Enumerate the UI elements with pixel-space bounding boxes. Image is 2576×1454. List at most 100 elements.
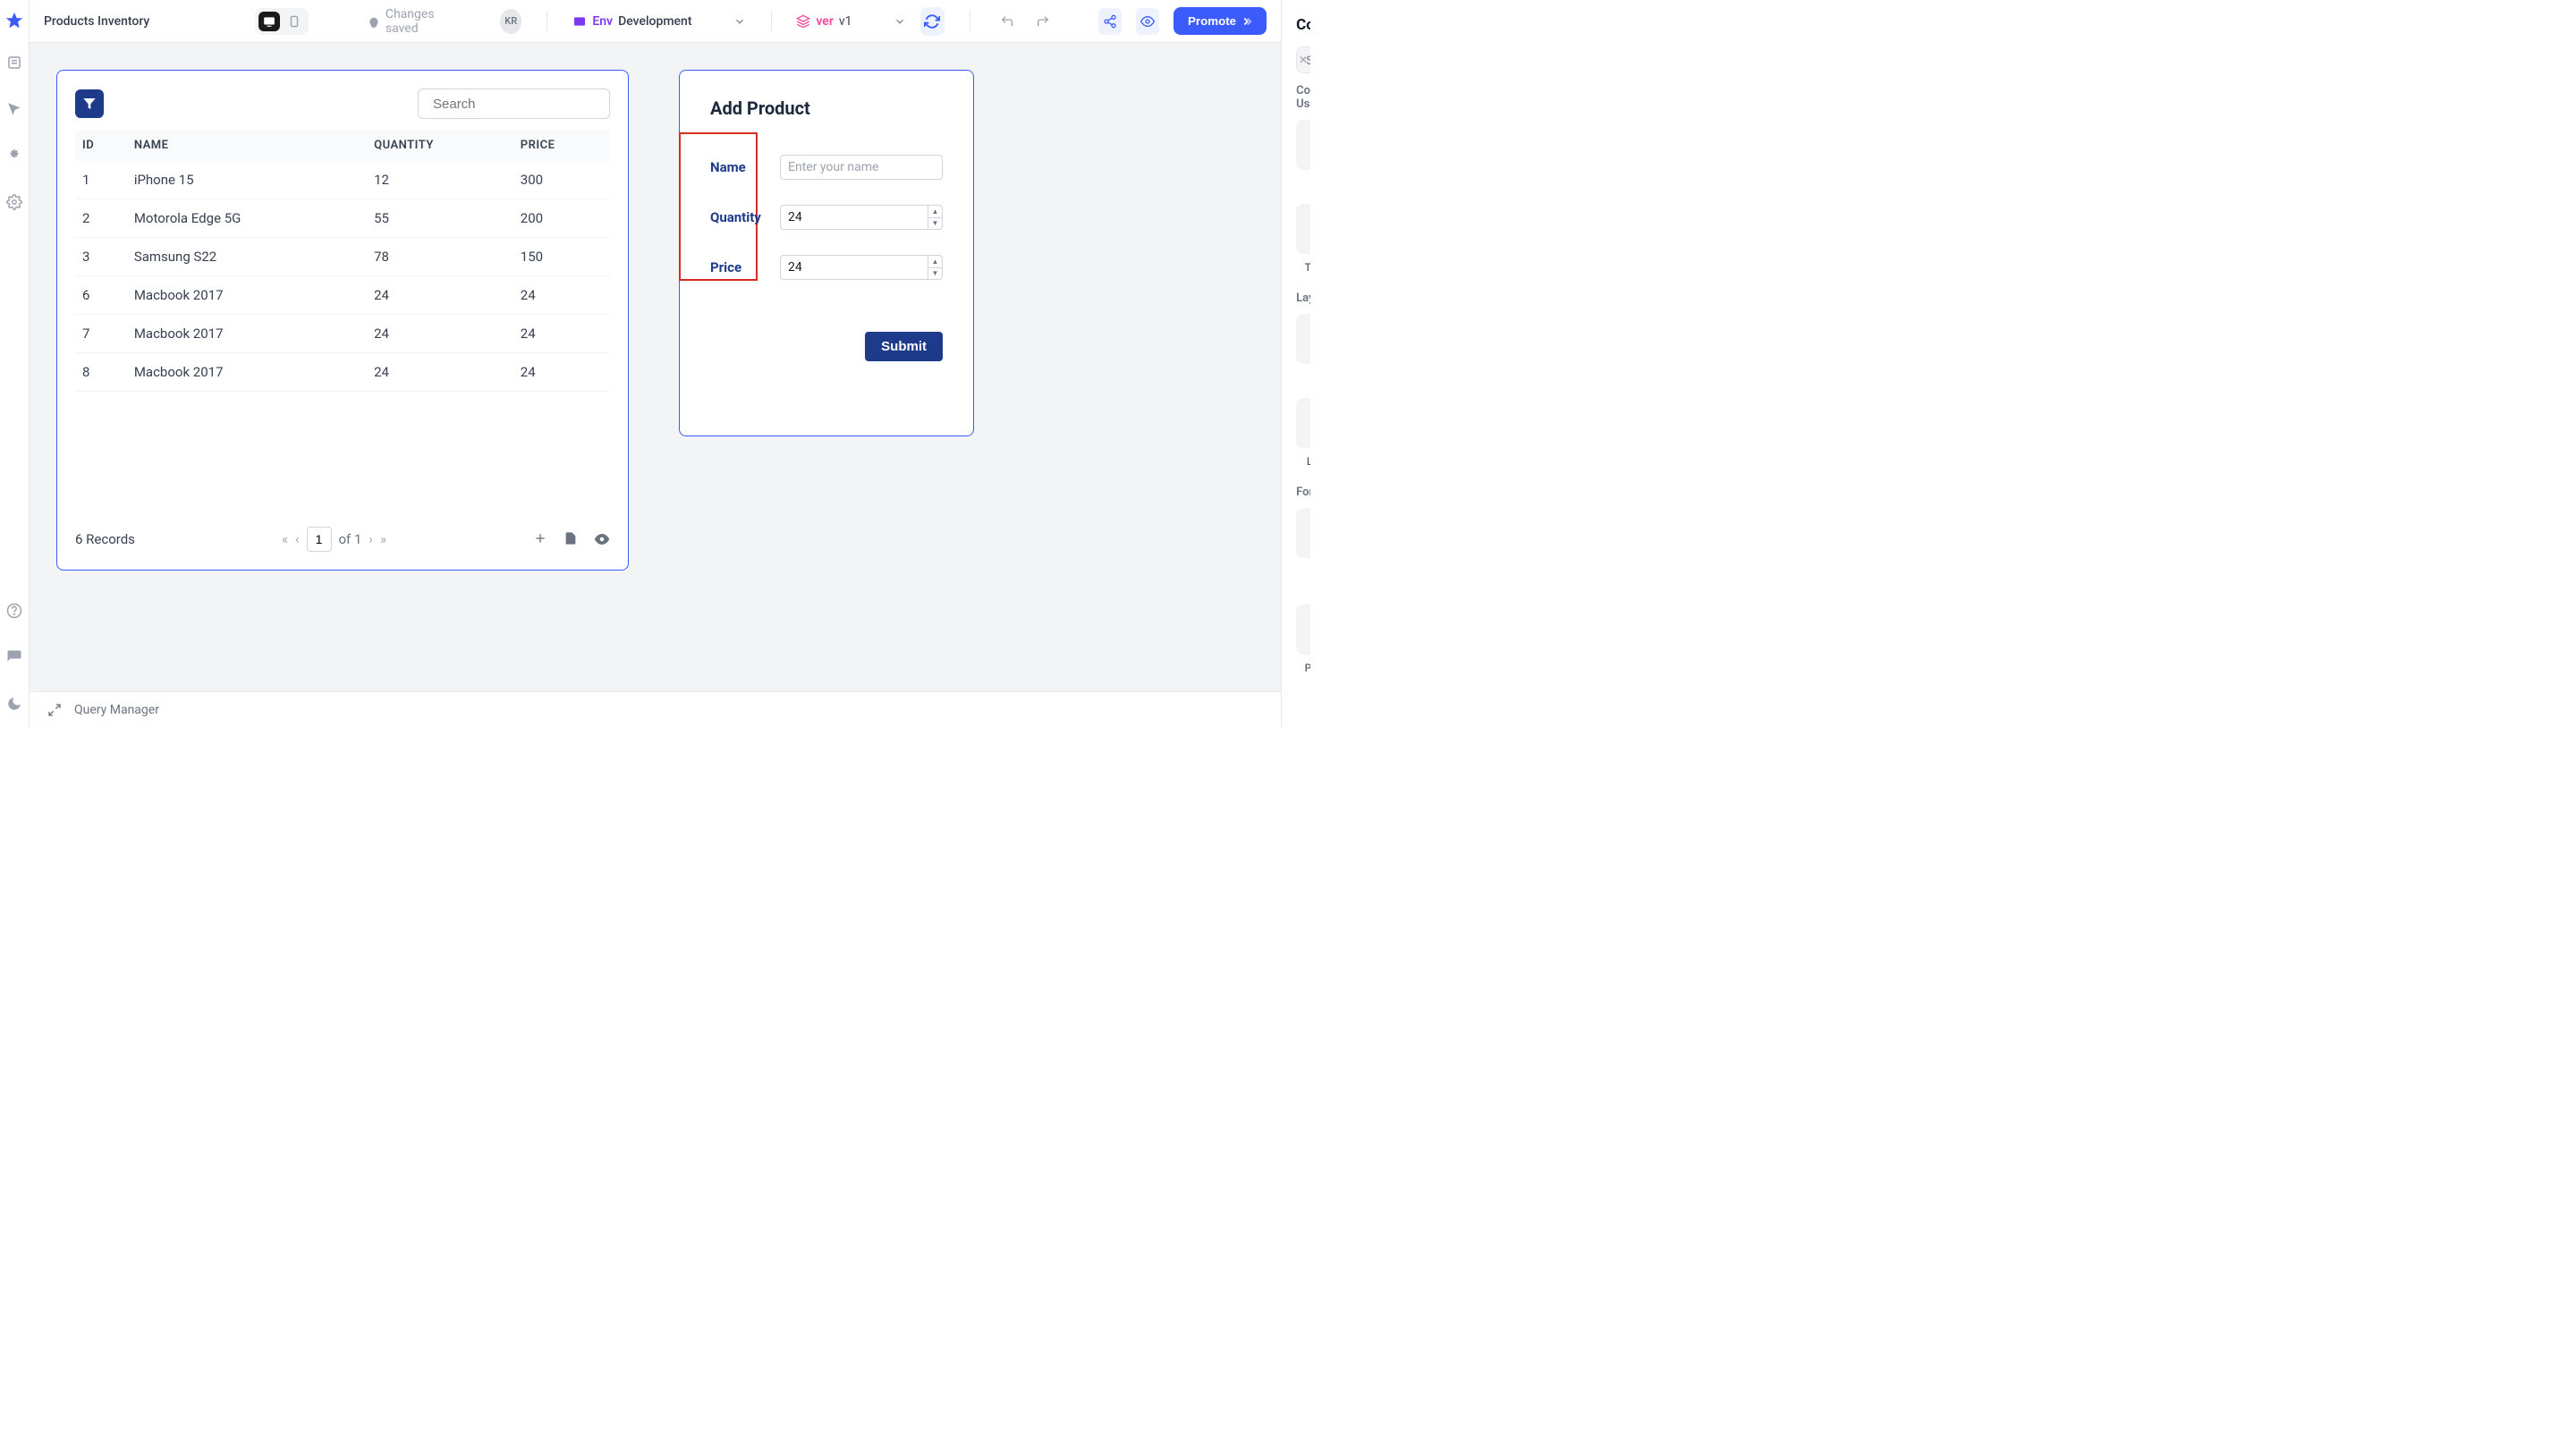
query-manager-label[interactable]: Query Manager bbox=[74, 703, 159, 717]
cell-id: 1 bbox=[75, 161, 127, 199]
cell-qty: 12 bbox=[367, 161, 513, 199]
price-field[interactable]: 24 ▲▼ bbox=[780, 255, 943, 280]
redo-button[interactable] bbox=[1032, 9, 1054, 34]
table-component[interactable]: ID NAME QUANTITY PRICE 1iPhone 15123002M… bbox=[56, 70, 629, 571]
table-search[interactable] bbox=[418, 89, 610, 119]
component-password-input[interactable]: ••|Password Input bbox=[1296, 604, 1310, 687]
step-down-icon[interactable]: ▼ bbox=[928, 218, 942, 230]
component-modal[interactable]: Modal bbox=[1296, 314, 1310, 384]
cell-price: 150 bbox=[513, 238, 610, 276]
component-table[interactable]: Table bbox=[1296, 120, 1310, 190]
cell-name: Macbook 2017 bbox=[127, 276, 367, 315]
page-of-label: of 1 bbox=[339, 531, 362, 547]
col-quantity[interactable]: QUANTITY bbox=[367, 130, 513, 161]
cell-price: 24 bbox=[513, 315, 610, 353]
help-icon[interactable] bbox=[0, 596, 29, 625]
table-row[interactable]: 7Macbook 20172424 bbox=[75, 315, 610, 353]
cell-qty: 55 bbox=[367, 199, 513, 238]
cell-id: 2 bbox=[75, 199, 127, 238]
text-input-icon: T bbox=[1296, 204, 1310, 254]
pages-icon[interactable] bbox=[0, 48, 29, 77]
add-row-button[interactable] bbox=[533, 531, 547, 547]
table-row[interactable]: 6Macbook 20172424 bbox=[75, 276, 610, 315]
ver-prefix: ver bbox=[816, 14, 834, 29]
step-down-icon[interactable]: ▼ bbox=[928, 268, 942, 280]
version-selector[interactable]: ver v1 bbox=[796, 14, 905, 29]
expand-icon[interactable] bbox=[47, 703, 62, 717]
cell-name: Macbook 2017 bbox=[127, 315, 367, 353]
col-name[interactable]: NAME bbox=[127, 130, 367, 161]
page-title: Products Inventory bbox=[44, 14, 241, 29]
col-price[interactable]: PRICE bbox=[513, 130, 610, 161]
preview-button[interactable] bbox=[1136, 8, 1159, 35]
component-search[interactable]: ✕ bbox=[1296, 46, 1310, 73]
save-status: Changes saved bbox=[368, 7, 459, 36]
step-up-icon[interactable]: ▲ bbox=[928, 256, 942, 268]
refresh-button[interactable] bbox=[920, 7, 945, 36]
bottom-bar: Query Manager bbox=[30, 691, 1281, 727]
table-row[interactable]: 2Motorola Edge 5G55200 bbox=[75, 199, 610, 238]
quantity-field[interactable]: 24 ▲▼ bbox=[780, 205, 943, 230]
page-first-button[interactable]: « bbox=[282, 531, 288, 547]
visibility-button[interactable] bbox=[594, 531, 610, 547]
undo-button[interactable] bbox=[996, 9, 1017, 34]
mobile-device-button[interactable] bbox=[284, 12, 305, 31]
inspector-icon[interactable] bbox=[0, 95, 29, 123]
table-search-input[interactable] bbox=[433, 97, 611, 112]
component-form[interactable]: Form bbox=[1296, 508, 1310, 590]
cell-price: 200 bbox=[513, 199, 610, 238]
left-rail bbox=[0, 0, 30, 727]
cell-id: 7 bbox=[75, 315, 127, 353]
cell-price: 24 bbox=[513, 353, 610, 392]
chevron-down-icon bbox=[894, 15, 906, 28]
form-component[interactable]: Add Product Name Enter your name Quantit… bbox=[679, 70, 974, 436]
table-row[interactable]: 1iPhone 1512300 bbox=[75, 161, 610, 199]
name-field[interactable]: Enter your name bbox=[780, 155, 943, 180]
cell-qty: 24 bbox=[367, 353, 513, 392]
submit-button[interactable]: Submit bbox=[865, 332, 943, 361]
clear-search-button[interactable]: ✕ bbox=[1299, 54, 1308, 66]
name-label: Name bbox=[710, 159, 773, 175]
page-last-button[interactable]: » bbox=[380, 531, 386, 547]
env-selector[interactable]: Env Development bbox=[572, 14, 745, 29]
cell-qty: 78 bbox=[367, 238, 513, 276]
theme-icon[interactable] bbox=[0, 689, 29, 718]
desktop-device-button[interactable] bbox=[258, 12, 280, 31]
page-next-button[interactable]: › bbox=[369, 531, 373, 547]
canvas: ID NAME QUANTITY PRICE 1iPhone 15123002M… bbox=[30, 43, 1281, 691]
cell-price: 300 bbox=[513, 161, 610, 199]
share-button[interactable] bbox=[1098, 8, 1122, 35]
device-toggle bbox=[255, 8, 309, 35]
cell-id: 6 bbox=[75, 276, 127, 315]
cell-qty: 24 bbox=[367, 276, 513, 315]
promote-button[interactable]: Promote bbox=[1174, 7, 1267, 35]
component-text-input[interactable]: TText Input bbox=[1296, 204, 1310, 274]
table-row[interactable]: 8Macbook 20172424 bbox=[75, 353, 610, 392]
cell-name: Motorola Edge 5G bbox=[127, 199, 367, 238]
price-label: Price bbox=[710, 259, 773, 275]
list-view-icon bbox=[1296, 398, 1310, 448]
filter-button[interactable] bbox=[75, 89, 104, 118]
col-id[interactable]: ID bbox=[75, 130, 127, 161]
ver-value: v1 bbox=[839, 14, 852, 29]
password-input-icon: ••| bbox=[1296, 604, 1310, 655]
env-prefix: Env bbox=[592, 14, 613, 29]
cell-name: iPhone 15 bbox=[127, 161, 367, 199]
user-avatar[interactable]: KR bbox=[500, 9, 521, 34]
settings-icon[interactable] bbox=[0, 188, 29, 216]
download-button[interactable] bbox=[564, 531, 578, 547]
table-row[interactable]: 3Samsung S2278150 bbox=[75, 238, 610, 276]
comment-icon[interactable] bbox=[0, 643, 29, 672]
quantity-label: Quantity bbox=[710, 209, 773, 225]
quantity-value: 24 bbox=[788, 210, 802, 224]
promote-label: Promote bbox=[1188, 14, 1236, 28]
component-list-view[interactable]: List View bbox=[1296, 398, 1310, 468]
page-current-input[interactable] bbox=[307, 527, 332, 552]
table-icon bbox=[1296, 120, 1310, 170]
step-up-icon[interactable]: ▲ bbox=[928, 206, 942, 218]
page-prev-button[interactable]: ‹ bbox=[295, 531, 300, 547]
cell-name: Samsung S22 bbox=[127, 238, 367, 276]
name-placeholder: Enter your name bbox=[788, 160, 878, 174]
debug-icon[interactable] bbox=[0, 141, 29, 170]
cell-id: 3 bbox=[75, 238, 127, 276]
